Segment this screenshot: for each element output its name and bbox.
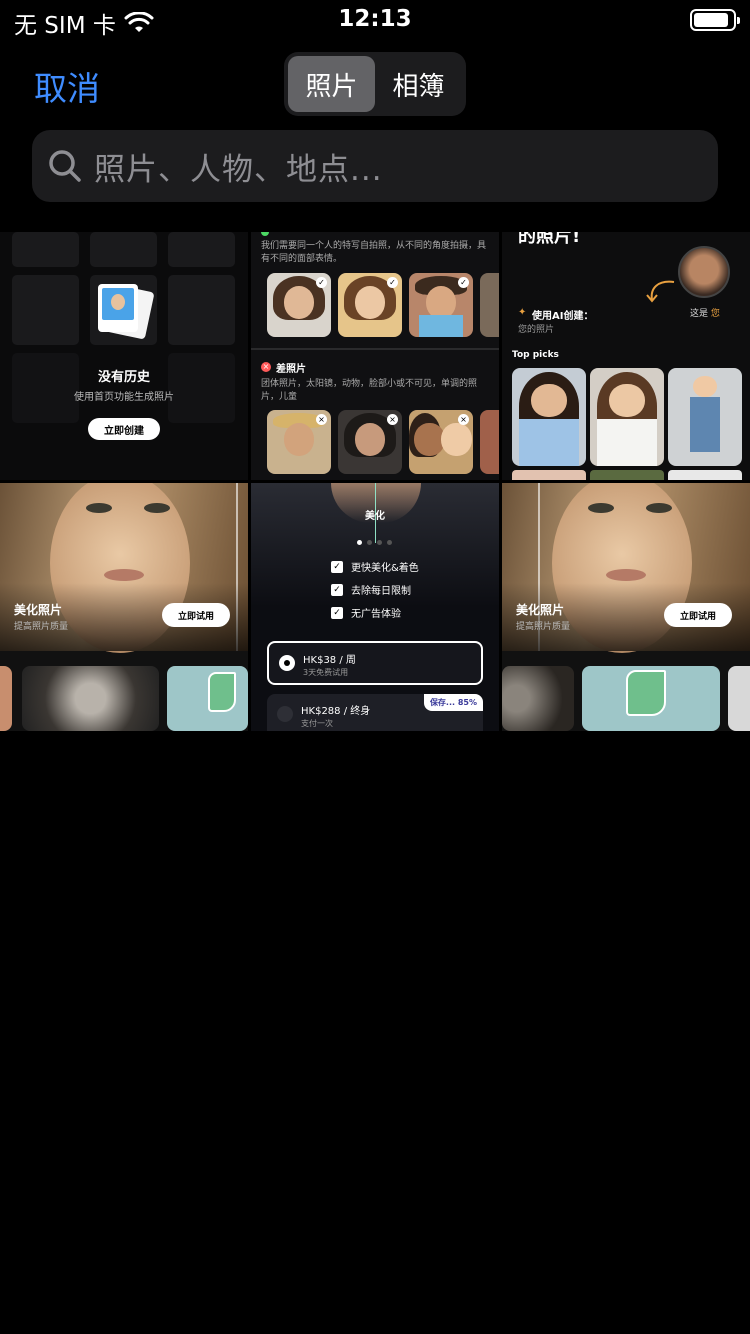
enhance-try-button: 立即试用 [664, 603, 732, 627]
history-subtitle: 使用首页功能生成照片 [74, 392, 174, 403]
battery-level [694, 13, 729, 27]
checkbox-icon: ✓ [331, 560, 343, 573]
placeholder-cell [12, 232, 79, 267]
status-time: 12:13 [338, 6, 412, 32]
sparkle-icon: ✦ [518, 307, 527, 318]
photo-thumbnail-guide[interactable]: 我们需要同一个人的特写自拍照，从不同的角度拍摄，具有不同的面部表情。 ✓ ✓ ✓… [251, 232, 499, 480]
top-pick-4 [512, 470, 586, 480]
photo-thumbnail-ai-create[interactable]: 的照片! 这是 您 ✦ 使用AI创建： 您的照片 Top picks [502, 232, 750, 480]
plan-weekly-price: HK$38 / 周 [303, 655, 356, 666]
photo-thumbnail-history[interactable]: 没有历史 使用首页功能生成照片 立即创建 [0, 232, 248, 480]
cancel-button[interactable]: 取消 [34, 62, 100, 110]
feature-row: ✓ 更快美化&着色 [331, 559, 419, 574]
enhance-subtitle: 提高照片质量 [516, 622, 571, 632]
bad-photo-3: × [409, 410, 473, 474]
history-create-button: 立即创建 [88, 418, 160, 440]
photo-thumbnail-enhance-2[interactable]: 美化照片 提高照片质量 立即试用 [502, 483, 750, 731]
top-pick-3 [668, 368, 742, 466]
placeholder-cell [168, 275, 235, 345]
battery-icon [690, 9, 740, 31]
top-pick-2 [590, 368, 664, 466]
you-label-text: 这是 [690, 309, 709, 319]
bad-photo-2: × [338, 410, 402, 474]
feature-row: ✓ 无广告体验 [331, 605, 401, 620]
feature-row: ✓ 去除每日限制 [331, 582, 411, 597]
bad-photo-title: 差照片 [276, 364, 306, 375]
good-photo-4 [480, 273, 499, 337]
status-bar: 无 SIM 卡 12:13 [0, 0, 750, 40]
photo-thumbnail-paywall[interactable]: 美化 ✓ 更快美化&着色 ✓ 去除每日限制 ✓ 无广告体验 HK$38 / 周 3天免… [251, 483, 499, 731]
bad-photo-desc: 团体照片，太阳镜，动物，脸部小或不可见，单调的照片，儿童 [261, 379, 478, 402]
enhance-title: 美化照片 [516, 603, 565, 617]
good-photo-3: ✓ [409, 273, 473, 337]
radio-unselected-icon [277, 706, 293, 722]
tab-photos[interactable]: 照片 [288, 56, 375, 112]
search-field[interactable]: 照片、人物、地点... [32, 130, 718, 202]
paywall-title: 美化 [365, 511, 385, 522]
sample-strip [0, 666, 248, 731]
you-label-highlight: 您 [710, 309, 720, 319]
bad-x-icon: × [261, 362, 271, 372]
placeholder-cell [168, 232, 235, 267]
good-dot-icon [261, 232, 269, 236]
plan-weekly: HK$38 / 周 3天免费试用 [267, 641, 483, 685]
page-dots [357, 540, 392, 545]
divider [251, 348, 499, 350]
search-icon [49, 150, 81, 182]
sample-strip [502, 666, 750, 731]
enhance-try-button: 立即试用 [162, 603, 230, 627]
placeholder-cell [12, 275, 79, 345]
battery-nub [737, 17, 740, 24]
enhance-subtitle: 提高照片质量 [14, 622, 69, 632]
good-photo-2: ✓ [338, 273, 402, 337]
good-photo-desc: 我们需要同一个人的特写自拍照，从不同的角度拍摄，具有不同的面部表情。 [261, 241, 487, 264]
plan-lifetime-sub: 支付一次 [301, 719, 333, 728]
you-label: 这是 您 [690, 306, 720, 319]
checkbox-icon: ✓ [331, 583, 343, 596]
top-pick-6 [668, 470, 742, 480]
plan-lifetime-price: HK$288 / 终身 [301, 706, 371, 717]
bad-photo-1: × [267, 410, 331, 474]
arrow-icon [646, 280, 675, 303]
segmented-control: 照片 相簿 [284, 52, 466, 116]
plan-lifetime: HK$288 / 终身 支付一次 保存... 85% [267, 694, 483, 731]
plan-weekly-sub: 3天免费试用 [303, 668, 349, 677]
top-pick-1 [512, 368, 586, 466]
ai-create-sub: 您的照片 [518, 325, 555, 335]
top-pick-5 [590, 470, 664, 480]
bad-photo-4 [480, 410, 499, 474]
feature-label: 更快美化&着色 [351, 563, 419, 574]
top-picks-label: Top picks [512, 350, 559, 360]
checkbox-icon: ✓ [331, 606, 343, 619]
good-photo-1: ✓ [267, 273, 331, 337]
enhance-title: 美化照片 [14, 603, 63, 617]
radio-selected-icon [279, 655, 295, 671]
ai-fragment-text: 的照片! [518, 232, 581, 247]
photo-stack-icon [96, 284, 155, 342]
feature-label: 去除每日限制 [351, 586, 411, 597]
user-avatar [678, 246, 730, 298]
search-placeholder: 照片、人物、地点... [94, 151, 383, 188]
history-title: 没有历史 [97, 370, 150, 385]
feature-label: 无广告体验 [351, 609, 401, 620]
ai-create-title: 使用AI创建： [532, 311, 594, 322]
save-badge: 保存... 85% [423, 694, 483, 711]
placeholder-cell [90, 232, 157, 267]
tab-albums[interactable]: 相簿 [375, 56, 462, 112]
photo-thumbnail-enhance[interactable]: 美化照片 提高照片质量 立即试用 [0, 483, 248, 731]
